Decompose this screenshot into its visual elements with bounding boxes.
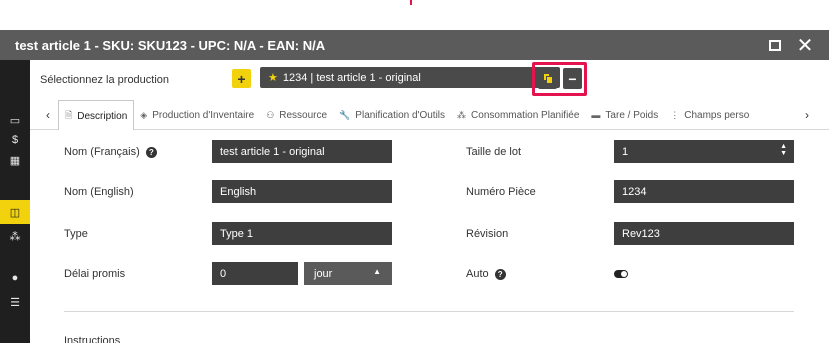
name-fr-label: Nom (Français)? bbox=[64, 146, 157, 158]
lead-time-unit-select[interactable]: jour ▲ bbox=[304, 262, 392, 285]
add-production-button[interactable]: + bbox=[232, 69, 251, 88]
ellipsis-icon: ⋮ bbox=[670, 110, 680, 120]
scale-icon: ▬ bbox=[591, 110, 601, 120]
tab-label: Champs perso bbox=[684, 110, 750, 121]
name-fr-label-text: Nom (Français) bbox=[64, 146, 140, 158]
production-select[interactable]: ★ 1234 | test article 1 - original ▲ bbox=[260, 67, 560, 88]
lot-size-label: Taille de lot bbox=[466, 146, 522, 158]
dialog-title: test article 1 - SKU: SKU123 - UPC: N/A … bbox=[15, 37, 326, 53]
auto-label: Auto? bbox=[466, 268, 506, 280]
section-divider bbox=[64, 311, 794, 312]
maximize-icon[interactable] bbox=[766, 36, 784, 54]
duplicate-production-button[interactable] bbox=[538, 68, 557, 89]
caret-up-icon: ▲ bbox=[373, 267, 381, 276]
star-icon: ★ bbox=[268, 72, 278, 84]
spinner-icon[interactable]: ▲ ▼ bbox=[780, 143, 787, 157]
chevron-right-icon[interactable]: › bbox=[805, 108, 809, 122]
tab-label: Production d'Inventaire bbox=[152, 110, 255, 121]
auto-label-text: Auto bbox=[466, 268, 489, 280]
lot-size-value: 1 bbox=[622, 145, 629, 158]
part-number-label: Numéro Pièce bbox=[466, 186, 536, 198]
lead-time-label: Délai promis bbox=[64, 268, 126, 280]
lot-size-input[interactable]: 1 ▲ ▼ bbox=[614, 140, 794, 163]
part-number-input[interactable]: 1234 bbox=[614, 180, 794, 203]
copy-icon bbox=[542, 73, 553, 84]
tab-label: Description bbox=[77, 110, 128, 122]
tab-label: Tare / Poids bbox=[605, 109, 659, 121]
type-input[interactable]: Type 1 bbox=[212, 222, 392, 245]
document-icon: 🗎 bbox=[65, 110, 73, 120]
help-icon[interactable]: ? bbox=[494, 268, 506, 280]
remove-production-button[interactable]: − bbox=[563, 68, 582, 89]
tab-tare-weight[interactable]: ▬ Tare / Poids bbox=[585, 100, 664, 130]
name-fr-input[interactable]: test article 1 - original bbox=[212, 140, 392, 163]
tab-label: Consommation Planifiée bbox=[471, 110, 580, 121]
tab-inventory-production[interactable]: ◈ Production d'Inventaire bbox=[134, 101, 260, 131]
revision-label: Révision bbox=[466, 228, 509, 240]
tab-bar: ‹ 🗎 Description ◈ Production d'Inventaire ⚇ R… bbox=[30, 100, 829, 130]
tab-planned-consumption[interactable]: ⁂ Consommation Planifiée bbox=[451, 101, 585, 131]
help-icon[interactable]: ? bbox=[145, 146, 157, 158]
close-icon[interactable]: ✕ bbox=[796, 35, 814, 57]
dialog-titlebar: test article 1 - SKU: SKU123 - UPC: N/A … bbox=[0, 30, 829, 60]
production-row: Sélectionnez la production + ★ 1234 | te… bbox=[30, 60, 829, 100]
users-icon: ⚇ bbox=[266, 110, 275, 120]
wrench-icon: 🔧 bbox=[339, 110, 351, 120]
tab-resource[interactable]: ⚇ Ressource bbox=[260, 101, 333, 131]
name-en-input[interactable]: English bbox=[212, 180, 392, 203]
revision-input[interactable]: Rev123 bbox=[614, 222, 794, 245]
tab-description[interactable]: 🗎 Description bbox=[58, 100, 135, 130]
chevron-left-icon[interactable]: ‹ bbox=[46, 108, 50, 122]
tab-custom-fields[interactable]: ⋮ Champs perso bbox=[664, 101, 755, 131]
tab-strip: 🗎 Description ◈ Production d'Inventaire ⚇ Res… bbox=[58, 100, 798, 130]
auto-toggle[interactable] bbox=[614, 270, 628, 278]
tab-label: Ressource bbox=[279, 110, 328, 121]
tab-label: Planification d'Outils bbox=[355, 110, 446, 121]
production-label: Sélectionnez la production bbox=[40, 74, 170, 86]
top-strip bbox=[0, 0, 829, 30]
instructions-label: Instructions bbox=[64, 335, 121, 343]
page: 🗎 ▭ $ ▦ ◫ ⁂ ● ☰ test article 1 - SKU: SK… bbox=[0, 0, 829, 343]
tab-tool-planning[interactable]: 🔧 Planification d'Outils bbox=[333, 101, 451, 131]
lead-time-unit-value: jour bbox=[314, 267, 333, 280]
lead-time-input[interactable]: 0 bbox=[212, 262, 298, 285]
cube-icon: ◈ bbox=[140, 110, 148, 120]
type-label: Type bbox=[64, 228, 88, 240]
cubes-icon: ⁂ bbox=[457, 110, 467, 120]
top-marker bbox=[410, 0, 412, 5]
name-en-label: Nom (English) bbox=[64, 186, 134, 198]
production-selected-value: 1234 | test article 1 - original bbox=[282, 71, 421, 84]
